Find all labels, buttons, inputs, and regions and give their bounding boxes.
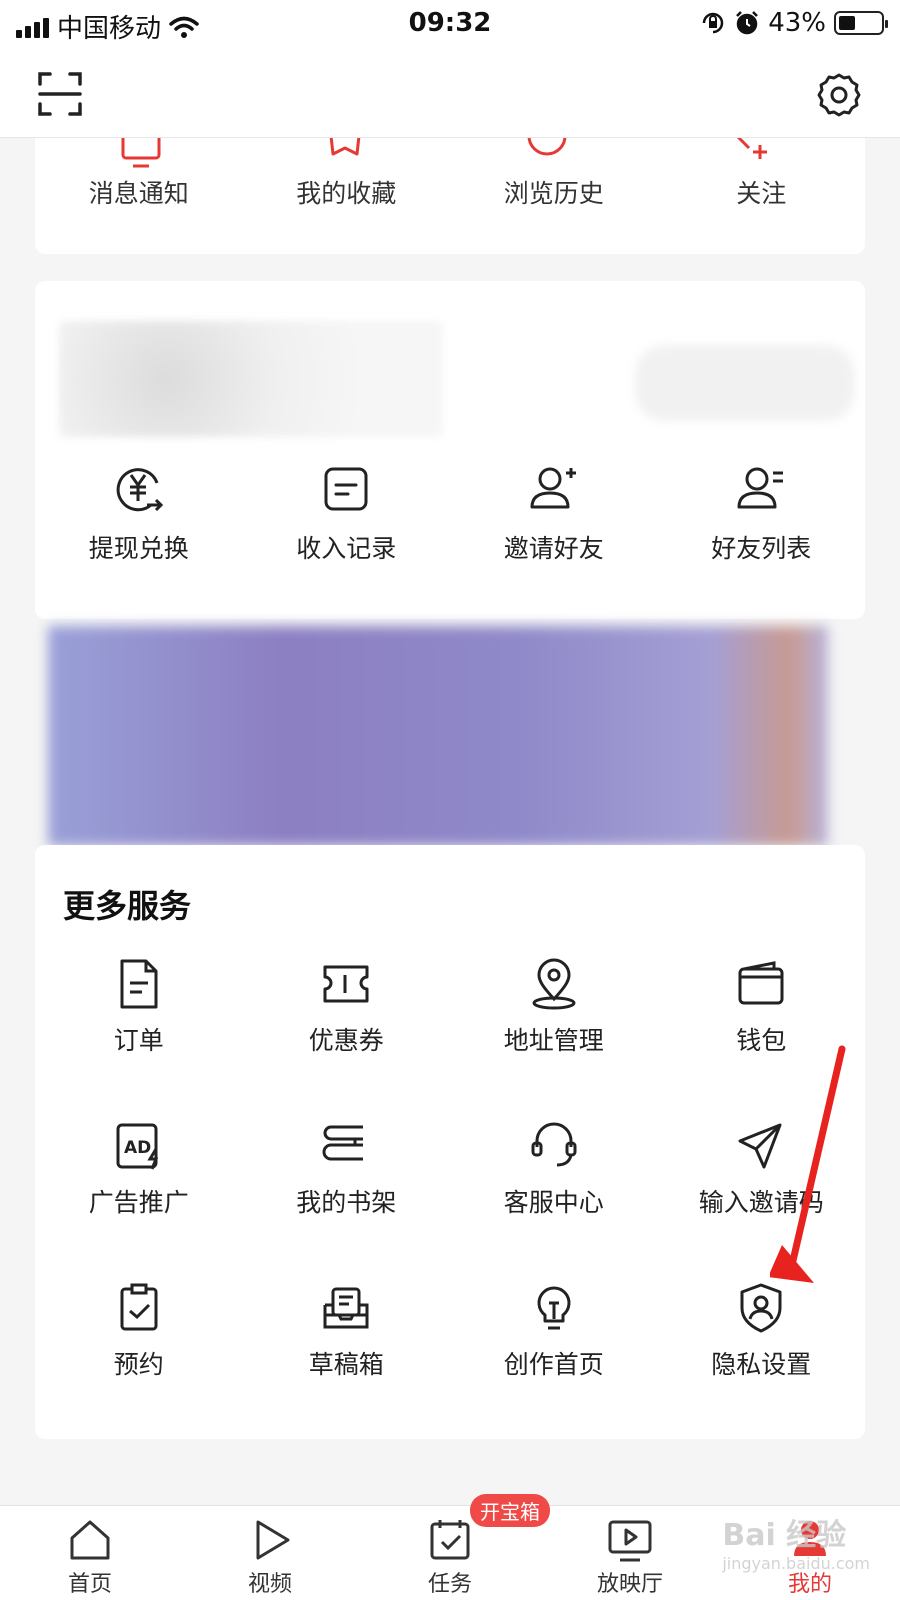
wallet-icon bbox=[738, 961, 784, 1005]
service-privacy-settings[interactable]: 隐私设置 bbox=[658, 1281, 866, 1381]
status-bar: 中国移动 09:32 43% bbox=[0, 0, 900, 50]
more-services-card: 更多服务 订单 优惠券 地址管理 钱包 AD 广告推广 我的书架 客服中心 输入… bbox=[35, 845, 865, 1439]
tab-theater[interactable]: 放映厅 bbox=[540, 1506, 720, 1600]
earnings-label: 好友列表 bbox=[711, 534, 812, 563]
friend-list[interactable]: 好友列表 bbox=[658, 461, 866, 565]
message-icon bbox=[121, 136, 161, 168]
promo-banner[interactable] bbox=[48, 626, 828, 846]
earnings-card: 提现兑换 收入记录 邀请好友 好友列表 bbox=[35, 281, 865, 619]
treasure-badge[interactable]: 开宝箱 bbox=[470, 1494, 550, 1527]
income-record[interactable]: 收入记录 bbox=[243, 461, 451, 565]
ad-icon: AD bbox=[116, 1123, 158, 1170]
service-label: 客服中心 bbox=[503, 1188, 604, 1217]
watermark-brand: Bai 经验 bbox=[722, 1518, 847, 1553]
tab-home[interactable]: 首页 bbox=[0, 1506, 180, 1600]
theater-icon bbox=[608, 1520, 652, 1562]
battery-icon bbox=[834, 11, 888, 35]
service-drafts[interactable]: 草稿箱 bbox=[243, 1281, 451, 1381]
withdraw-exchange[interactable]: 提现兑换 bbox=[35, 461, 243, 565]
service-label: 预约 bbox=[113, 1350, 164, 1379]
location-icon bbox=[532, 958, 576, 1010]
gear-icon[interactable] bbox=[816, 72, 862, 118]
tab-label: 首页 bbox=[67, 1572, 112, 1597]
blurred-button bbox=[635, 345, 855, 421]
blurred-balance bbox=[59, 321, 443, 437]
invite-friends[interactable]: 邀请好友 bbox=[450, 461, 658, 565]
quick-label: 浏览历史 bbox=[503, 179, 604, 208]
scan-icon[interactable] bbox=[36, 70, 84, 118]
task-icon bbox=[430, 1520, 470, 1560]
drafts-icon bbox=[323, 1287, 369, 1329]
quick-follow[interactable]: 关注 bbox=[658, 174, 866, 210]
quick-message[interactable]: 消息通知 bbox=[35, 174, 243, 210]
star-icon bbox=[329, 136, 361, 156]
quick-label: 关注 bbox=[736, 179, 787, 208]
service-wallet[interactable]: 钱包 bbox=[658, 957, 866, 1057]
earnings-label: 提现兑换 bbox=[88, 534, 189, 563]
follow-icon bbox=[735, 136, 767, 159]
play-icon bbox=[256, 1520, 290, 1560]
watermark-url: jingyan.baidu.com bbox=[722, 1554, 870, 1573]
quick-label: 消息通知 bbox=[88, 179, 189, 208]
yuan-exchange-icon bbox=[116, 468, 163, 512]
tab-video[interactable]: 视频 bbox=[180, 1506, 360, 1600]
friend-list-icon bbox=[737, 467, 784, 509]
service-invite-code[interactable]: 输入邀请码 bbox=[658, 1119, 866, 1219]
service-coupon[interactable]: 优惠券 bbox=[243, 957, 451, 1057]
section-title: 更多服务 bbox=[63, 887, 192, 925]
watermark: Bai 经验 jingyan.baidu.com bbox=[722, 1510, 870, 1573]
quick-label: 我的收藏 bbox=[296, 179, 397, 208]
rotation-lock-icon bbox=[702, 12, 724, 34]
service-label: 隐私设置 bbox=[711, 1350, 812, 1379]
home-icon bbox=[70, 1520, 110, 1560]
privacy-shield-icon bbox=[740, 1283, 782, 1333]
service-label: 输入邀请码 bbox=[698, 1188, 824, 1217]
battery-percent: 43% bbox=[768, 8, 826, 38]
paper-plane-icon bbox=[738, 1123, 782, 1169]
invite-friend-icon bbox=[530, 467, 576, 509]
lightbulb-icon bbox=[537, 1286, 571, 1330]
service-address[interactable]: 地址管理 bbox=[450, 957, 658, 1057]
earnings-label: 收入记录 bbox=[296, 534, 397, 563]
clipboard-check-icon bbox=[120, 1283, 158, 1331]
tab-task[interactable]: 任务 开宝箱 bbox=[360, 1494, 550, 1600]
service-label: 创作首页 bbox=[503, 1350, 604, 1379]
headset-icon bbox=[531, 1122, 577, 1167]
bookshelf-icon bbox=[322, 1125, 364, 1161]
tab-label: 任务 bbox=[427, 1572, 472, 1597]
record-icon bbox=[324, 467, 368, 511]
svg-text:AD: AD bbox=[124, 1138, 151, 1158]
service-ad-promo[interactable]: AD 广告推广 bbox=[35, 1119, 243, 1219]
service-label: 优惠券 bbox=[308, 1026, 384, 1055]
quick-history[interactable]: 浏览历史 bbox=[450, 174, 658, 210]
service-customer-center[interactable]: 客服中心 bbox=[450, 1119, 658, 1219]
service-reservation[interactable]: 预约 bbox=[35, 1281, 243, 1381]
service-label: 钱包 bbox=[736, 1026, 787, 1055]
service-label: 我的书架 bbox=[296, 1188, 397, 1217]
quick-favorites[interactable]: 我的收藏 bbox=[243, 174, 451, 210]
history-icon bbox=[527, 136, 567, 156]
service-label: 地址管理 bbox=[503, 1026, 604, 1055]
service-order[interactable]: 订单 bbox=[35, 957, 243, 1057]
top-header bbox=[0, 50, 900, 138]
service-label: 草稿箱 bbox=[308, 1350, 384, 1379]
alarm-icon bbox=[736, 11, 759, 35]
service-label: 订单 bbox=[113, 1026, 164, 1055]
earnings-label: 邀请好友 bbox=[503, 534, 604, 563]
coupon-icon bbox=[323, 965, 369, 1003]
service-bookshelf[interactable]: 我的书架 bbox=[243, 1119, 451, 1219]
service-creation-home[interactable]: 创作首页 bbox=[450, 1281, 658, 1381]
tab-label: 放映厅 bbox=[596, 1572, 663, 1597]
service-label: 广告推广 bbox=[88, 1188, 189, 1217]
tab-label: 视频 bbox=[247, 1572, 292, 1597]
order-icon bbox=[120, 959, 158, 1009]
